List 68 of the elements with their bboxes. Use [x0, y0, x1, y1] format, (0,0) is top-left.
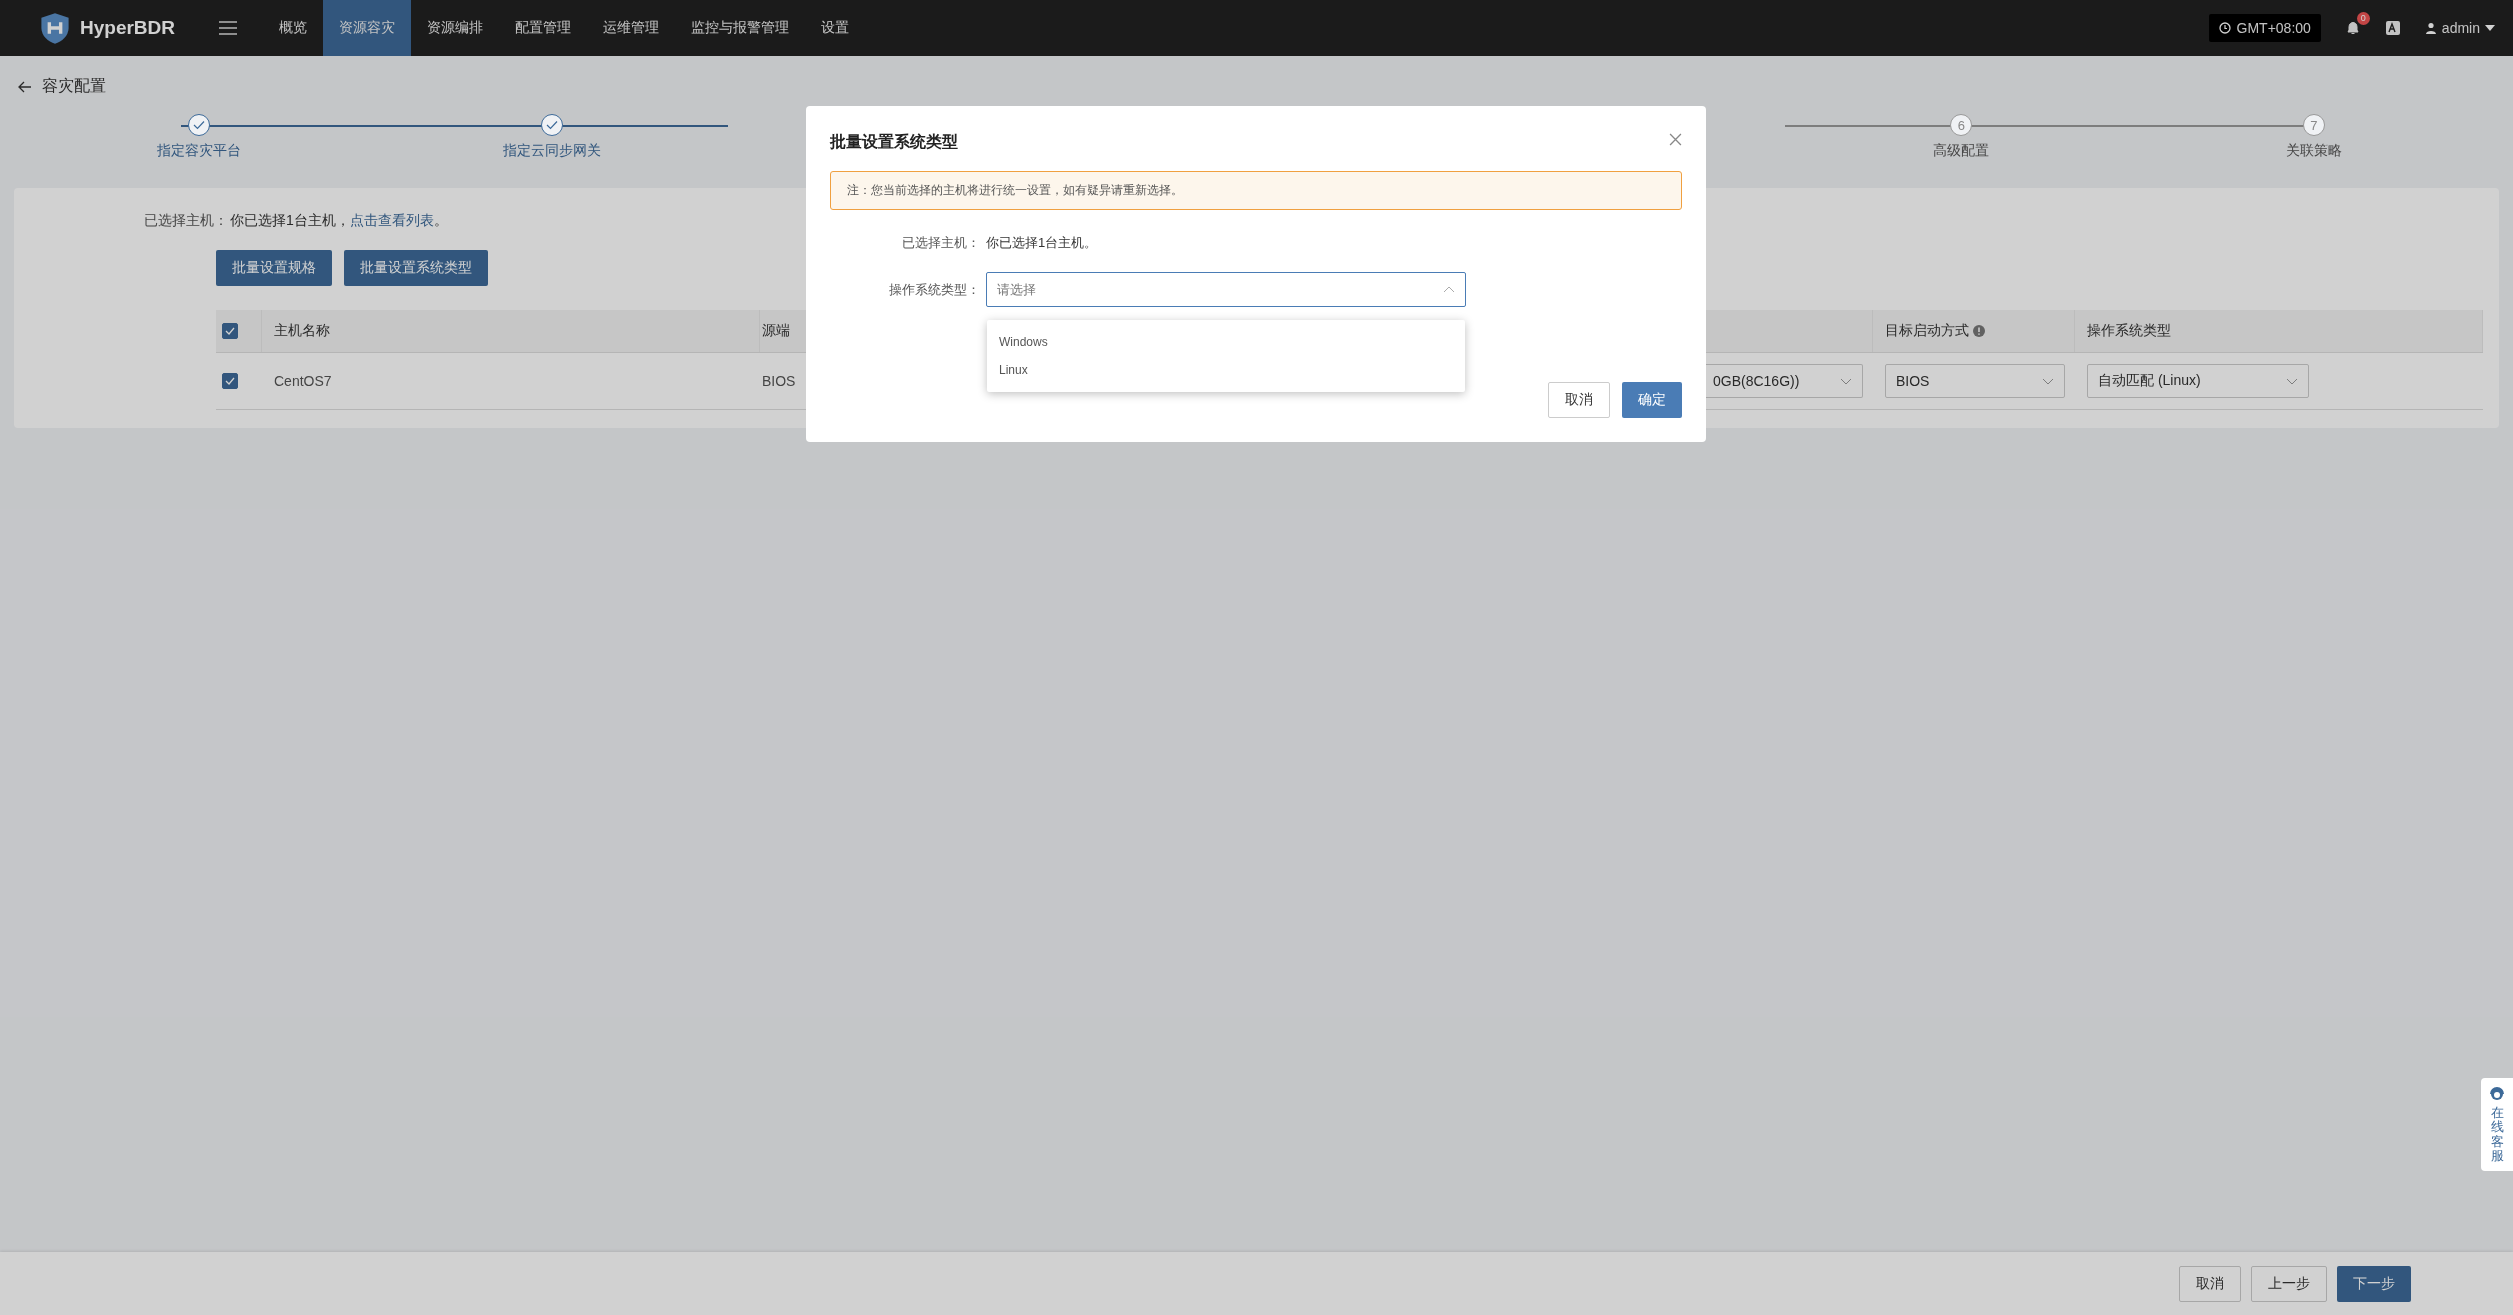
table-cell: BIOS — [762, 373, 796, 389]
chevron-down-icon — [2286, 377, 2298, 385]
dropdown-option[interactable]: Linux — [987, 356, 1465, 384]
field-value: 你已选择1台主机。 — [986, 234, 1098, 252]
select-all-checkbox[interactable] — [222, 323, 238, 339]
timezone-badge[interactable]: GMT+08:00 — [2208, 14, 2321, 42]
back-arrow-icon[interactable] — [18, 80, 32, 93]
step-number: 6 — [1957, 117, 1965, 133]
dialog-button[interactable]: 取消 — [1548, 382, 1610, 418]
check-icon — [225, 327, 235, 335]
check-icon — [193, 120, 206, 130]
field-label: 已选择主机： — [901, 234, 981, 252]
nav-tab[interactable]: 配置管理 — [499, 0, 587, 56]
nav-tab[interactable]: 资源容灾 — [323, 0, 411, 56]
info-icon[interactable] — [1973, 325, 1985, 337]
user-icon — [2424, 22, 2437, 34]
column-header: 主机名称 — [274, 322, 330, 340]
table-cell: CentOS7 — [274, 373, 332, 389]
translate-icon[interactable] — [2384, 20, 2401, 36]
footer-button[interactable]: 取消 — [2179, 1265, 2241, 1302]
nav-tab[interactable]: 设置 — [805, 0, 865, 56]
page-title: 容灾配置 — [42, 76, 106, 96]
clock-icon — [2218, 22, 2231, 34]
step-label: 关联策略 — [2285, 142, 2342, 160]
chevron-down-icon — [2042, 377, 2054, 385]
notification-count: 0 — [2356, 12, 2370, 25]
chevron-down-icon — [1840, 377, 1852, 385]
view-list-link[interactable]: 点击查看列表 — [349, 212, 434, 228]
notice-text: 注：您当前选择的主机将进行统一设置，如有疑异请重新选择。 — [830, 171, 1682, 210]
field-label: 已选择主机： — [144, 212, 229, 230]
bell-icon[interactable] — [2344, 20, 2361, 36]
os-type-select[interactable]: 请选择 — [986, 272, 1466, 307]
select-field[interactable]: BIOS — [1885, 364, 2065, 398]
batch-button[interactable]: 批量设置规格 — [216, 250, 332, 286]
close-icon[interactable] — [1669, 133, 1682, 146]
check-icon — [545, 120, 558, 130]
nav-tab[interactable]: 资源编排 — [411, 0, 499, 56]
brand-name: HyperBDR — [80, 17, 176, 39]
column-header: 目标启动方式 — [1885, 322, 1969, 340]
dialog-title: 批量设置系统类型 — [830, 132, 958, 152]
chevron-icon — [1443, 286, 1455, 293]
batch-button[interactable]: 批量设置系统类型 — [344, 250, 488, 286]
shield-logo-icon — [38, 11, 72, 45]
user-menu[interactable]: admin — [2424, 20, 2495, 36]
column-header: 操作系统类型 — [2087, 322, 2171, 340]
nav-tab[interactable]: 概览 — [263, 0, 323, 56]
step-label: 指定云同步网关 — [502, 142, 601, 160]
check-icon — [225, 377, 235, 385]
column-header: 源端 — [762, 322, 790, 340]
online-support-widget[interactable]: 在线客服 — [2481, 1078, 2513, 1172]
field-label: 操作系统类型： — [888, 280, 981, 299]
step-number: 7 — [2310, 117, 2318, 133]
select-field[interactable]: 自动匹配 (Linux) — [2087, 364, 2309, 398]
user-name: admin — [2441, 20, 2480, 36]
nav-tab[interactable]: 监控与报警管理 — [675, 0, 805, 56]
step-label: 高级配置 — [1933, 142, 1990, 160]
nav-tab[interactable]: 运维管理 — [587, 0, 675, 56]
menu-icon[interactable] — [218, 20, 238, 36]
caret-icon — [2485, 25, 2495, 31]
step-label: 指定容灾平台 — [157, 142, 242, 160]
footer-button[interactable]: 下一步 — [2337, 1265, 2411, 1302]
row-checkbox[interactable] — [222, 373, 238, 389]
dialog-button[interactable]: 确定 — [1622, 382, 1682, 418]
select-field[interactable]: 0GB(8C16G)) — [1703, 364, 1863, 398]
selection-summary: 你已选择1台主机，点击查看列表。 — [230, 212, 448, 230]
timezone-text: GMT+08:00 — [2236, 20, 2311, 36]
footer-button[interactable]: 上一步 — [2251, 1265, 2327, 1302]
dropdown-option[interactable]: Windows — [987, 328, 1465, 356]
